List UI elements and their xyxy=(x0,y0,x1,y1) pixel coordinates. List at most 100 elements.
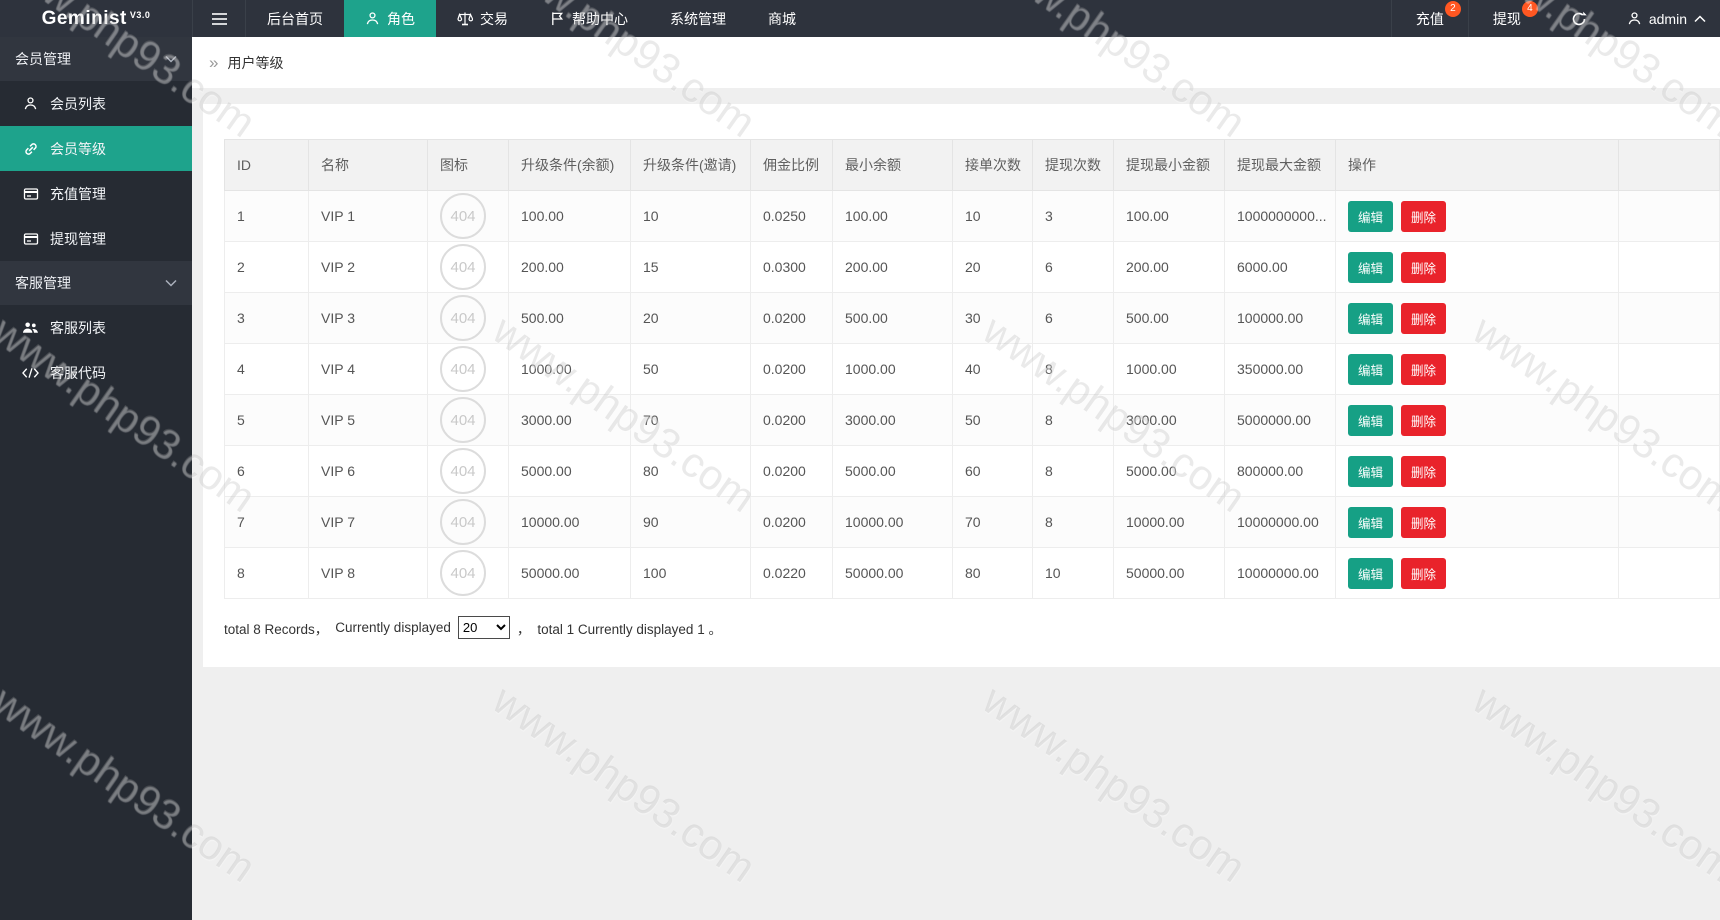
breadcrumb: » 用户等级 xyxy=(192,37,1720,88)
sidebar-item-1-1[interactable]: 客服代码 xyxy=(0,350,192,395)
sidebar-item-0-3[interactable]: 提现管理 xyxy=(0,216,192,261)
cell-name: VIP 2 xyxy=(308,241,428,293)
cell-upgrade_balance: 3000.00 xyxy=(508,394,631,446)
edit-button[interactable]: 编辑 xyxy=(1348,557,1394,589)
delete-button[interactable]: 删除 xyxy=(1401,200,1447,232)
cell-upgrade_balance: 200.00 xyxy=(508,241,631,293)
cell-order_count: 60 xyxy=(952,445,1033,497)
delete-button[interactable]: 删除 xyxy=(1401,506,1447,538)
topbar-right: 充值 2 提现 4 admin xyxy=(1390,0,1720,37)
edit-button[interactable]: 编辑 xyxy=(1348,404,1394,436)
sidebar-section-0[interactable]: 会员管理 xyxy=(0,37,192,81)
table-row: 8 VIP 8 404 50000.00 100 0.0220 50000.00 80 10 50… xyxy=(224,547,1720,599)
user-icon xyxy=(22,96,39,111)
users-icon xyxy=(22,321,39,335)
cell-withdraw_count: 3 xyxy=(1032,190,1114,242)
cell-upgrade_invite: 70 xyxy=(630,394,751,446)
sidebar-item-0-2[interactable]: 充值管理 xyxy=(0,171,192,216)
cell-id: 5 xyxy=(224,394,309,446)
edit-button[interactable]: 编辑 xyxy=(1348,455,1394,487)
sidebar-item-label: 客服代码 xyxy=(50,364,106,381)
cell-upgrade_invite: 90 xyxy=(630,496,751,548)
user-menu[interactable]: admin xyxy=(1613,0,1720,37)
page-size-select[interactable]: 20 xyxy=(457,616,510,639)
cell-min_balance: 1000.00 xyxy=(832,343,953,395)
edit-button[interactable]: 编辑 xyxy=(1348,302,1394,334)
cell-upgrade_invite: 15 xyxy=(630,241,751,293)
column-header-3: 升级条件(余额) xyxy=(508,139,631,191)
nav-item-0[interactable]: 后台首页 xyxy=(246,0,344,37)
sidebar-item-1-0[interactable]: 客服列表 xyxy=(0,305,192,350)
cell-withdraw_min: 50000.00 xyxy=(1113,547,1225,599)
app-logo: Geminist V3.0 xyxy=(0,0,192,37)
cell-withdraw_count: 6 xyxy=(1032,241,1114,293)
sidebar: 会员管理会员列表会员等级 充值管理 提现管理客服管理客服列表客服代码 xyxy=(0,37,192,920)
cell-name: VIP 3 xyxy=(308,292,428,344)
user-icon xyxy=(1627,11,1642,26)
cell-id: 7 xyxy=(224,496,309,548)
cell-actions: 编辑 删除 xyxy=(1335,241,1619,293)
cell-name: VIP 7 xyxy=(308,496,428,548)
sidebar-item-label: 会员列表 xyxy=(50,95,106,112)
cell-commission: 0.0220 xyxy=(750,547,833,599)
cell-id: 6 xyxy=(224,445,309,497)
flag-icon xyxy=(550,11,565,26)
cell-name: VIP 8 xyxy=(308,547,428,599)
withdraw-label: 提现 xyxy=(1492,10,1521,27)
recharge-badge: 2 xyxy=(1444,1,1461,17)
cell-withdraw_max: 5000000.00 xyxy=(1224,394,1336,446)
broken-image-404-icon: 404 xyxy=(440,448,486,494)
edit-button[interactable]: 编辑 xyxy=(1348,506,1394,538)
cell-upgrade_balance: 500.00 xyxy=(508,292,631,344)
withdraw-button[interactable]: 提现 4 xyxy=(1467,0,1545,37)
cell-min_balance: 10000.00 xyxy=(832,496,953,548)
cell-withdraw_count: 8 xyxy=(1032,496,1114,548)
delete-button[interactable]: 删除 xyxy=(1401,251,1447,283)
broken-image-404-icon: 404 xyxy=(440,346,486,392)
sidebar-section-1[interactable]: 客服管理 xyxy=(0,261,192,305)
column-header-1: 名称 xyxy=(308,139,428,191)
cell-id: 3 xyxy=(224,292,309,344)
edit-button[interactable]: 编辑 xyxy=(1348,353,1394,385)
nav-item-4[interactable]: 系统管理 xyxy=(649,0,747,37)
delete-button[interactable]: 删除 xyxy=(1401,455,1447,487)
cell-min_balance: 3000.00 xyxy=(832,394,953,446)
recharge-label: 充值 xyxy=(1415,10,1444,27)
nav-item-1[interactable]: 角色 xyxy=(344,0,436,37)
recharge-button[interactable]: 充值 2 xyxy=(1390,0,1468,37)
column-header-0: ID xyxy=(224,139,309,191)
cell-commission: 0.0200 xyxy=(750,343,833,395)
cell-withdraw_count: 6 xyxy=(1032,292,1114,344)
pagination-separator-text: ， xyxy=(516,621,531,637)
cell-actions: 编辑 删除 xyxy=(1335,445,1619,497)
menu-toggle-button[interactable] xyxy=(192,0,246,37)
edit-button[interactable]: 编辑 xyxy=(1348,251,1394,283)
edit-button[interactable]: 编辑 xyxy=(1348,200,1394,232)
sidebar-section-title: 客服管理 xyxy=(15,275,71,291)
hamburger-icon xyxy=(211,12,228,26)
cell-empty xyxy=(1618,190,1720,242)
refresh-button[interactable] xyxy=(1545,0,1613,37)
sidebar-item-0-1[interactable]: 会员等级 xyxy=(0,126,192,171)
nav-item-label: 帮助中心 xyxy=(572,10,628,27)
pagination-displayed-text: Currently displayed xyxy=(335,620,451,635)
cell-name: VIP 1 xyxy=(308,190,428,242)
cell-icon: 404 xyxy=(427,190,509,242)
broken-image-404-icon: 404 xyxy=(440,295,486,341)
cell-withdraw_count: 8 xyxy=(1032,343,1114,395)
nav-item-2[interactable]: 交易 xyxy=(436,0,529,37)
cell-upgrade_invite: 10 xyxy=(630,190,751,242)
cell-commission: 0.0200 xyxy=(750,394,833,446)
delete-button[interactable]: 删除 xyxy=(1401,404,1447,436)
nav-item-5[interactable]: 商城 xyxy=(747,0,817,37)
nav-item-3[interactable]: 帮助中心 xyxy=(529,0,649,37)
cell-withdraw_min: 500.00 xyxy=(1113,292,1225,344)
breadcrumb-chevrons-icon: » xyxy=(209,53,219,72)
cell-withdraw_max: 10000000.00 xyxy=(1224,547,1336,599)
delete-button[interactable]: 删除 xyxy=(1401,302,1447,334)
delete-button[interactable]: 删除 xyxy=(1401,557,1447,589)
cell-empty xyxy=(1618,343,1720,395)
username: admin xyxy=(1648,10,1687,27)
sidebar-item-0-0[interactable]: 会员列表 xyxy=(0,81,192,126)
delete-button[interactable]: 删除 xyxy=(1401,353,1447,385)
